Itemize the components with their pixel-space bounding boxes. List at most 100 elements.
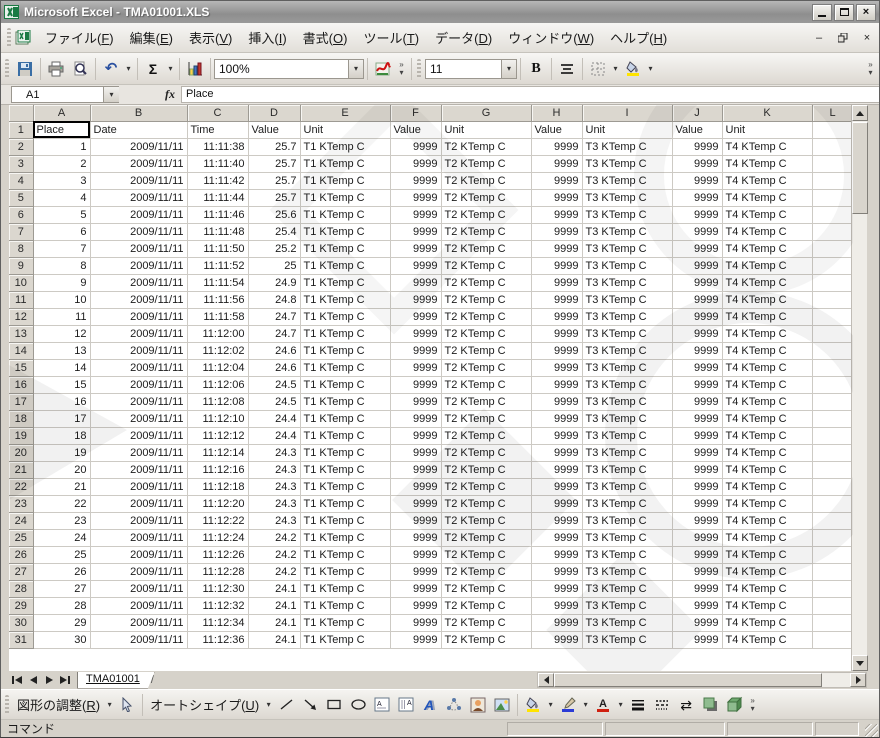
cell[interactable]: 8 <box>33 257 90 274</box>
cell[interactable] <box>812 580 851 597</box>
cell[interactable]: T1 KTemp C <box>300 393 390 410</box>
row-header-13[interactable]: 13 <box>9 325 33 342</box>
scroll-down-button[interactable] <box>852 655 868 671</box>
cell[interactable]: 9999 <box>531 512 582 529</box>
window-resize-grip[interactable] <box>865 724 878 737</box>
cell[interactable]: 24.2 <box>248 546 300 563</box>
cell[interactable]: T4 KTemp C <box>722 376 812 393</box>
cell[interactable]: T2 KTemp C <box>441 393 531 410</box>
cell[interactable]: 24.2 <box>248 529 300 546</box>
cell[interactable]: 27 <box>33 580 90 597</box>
menu-item[interactable]: 表示(V) <box>181 27 240 50</box>
cell[interactable]: T3 KTemp C <box>582 206 672 223</box>
row-header-1[interactable]: 1 <box>9 121 33 138</box>
cell[interactable]: 9999 <box>390 410 441 427</box>
cell[interactable]: T4 KTemp C <box>722 512 812 529</box>
cell[interactable]: T3 KTemp C <box>582 291 672 308</box>
cell[interactable]: Value <box>390 121 441 138</box>
row-header-17[interactable]: 17 <box>9 393 33 410</box>
cell[interactable]: T2 KTemp C <box>441 359 531 376</box>
cell[interactable]: 13 <box>33 342 90 359</box>
cell[interactable] <box>812 359 851 376</box>
cell[interactable]: 30 <box>33 631 90 648</box>
column-header-E[interactable]: E <box>300 105 390 121</box>
cell[interactable] <box>812 274 851 291</box>
cell[interactable]: 9999 <box>672 410 722 427</box>
cell[interactable]: 11:12:34 <box>187 614 248 631</box>
cell[interactable]: 4 <box>33 189 90 206</box>
cell[interactable]: 9999 <box>390 631 441 648</box>
cell[interactable]: 9999 <box>531 461 582 478</box>
cell[interactable]: T1 KTemp C <box>300 580 390 597</box>
row-header-8[interactable]: 8 <box>9 240 33 257</box>
horizontal-scrollbar[interactable] <box>537 672 867 688</box>
insert-function-icon[interactable]: fx <box>165 87 175 102</box>
row-header-12[interactable]: 12 <box>9 308 33 325</box>
cell[interactable] <box>812 478 851 495</box>
cell[interactable]: 9999 <box>390 376 441 393</box>
select-all-corner[interactable] <box>9 105 33 121</box>
cell[interactable]: T3 KTemp C <box>582 325 672 342</box>
cell[interactable]: 9999 <box>531 257 582 274</box>
cell[interactable]: T4 KTemp C <box>722 580 812 597</box>
cell[interactable]: 11:12:04 <box>187 359 248 376</box>
cell[interactable] <box>812 189 851 206</box>
cell[interactable]: Unit <box>582 121 672 138</box>
cell[interactable]: 26 <box>33 563 90 580</box>
cell[interactable]: T2 KTemp C <box>441 172 531 189</box>
cell[interactable]: 9999 <box>672 444 722 461</box>
row-header-30[interactable]: 30 <box>9 614 33 631</box>
cell[interactable]: 2009/11/11 <box>90 427 187 444</box>
row-header-15[interactable]: 15 <box>9 359 33 376</box>
cell[interactable]: Date <box>90 121 187 138</box>
threed-style-button[interactable] <box>723 693 745 717</box>
cell[interactable]: 24.6 <box>248 359 300 376</box>
cell[interactable]: T3 KTemp C <box>582 240 672 257</box>
cell[interactable]: T2 KTemp C <box>441 257 531 274</box>
cell[interactable]: 7 <box>33 240 90 257</box>
cell[interactable]: T3 KTemp C <box>582 359 672 376</box>
font-color-button[interactable]: A <box>592 693 614 717</box>
row-header-11[interactable]: 11 <box>9 291 33 308</box>
cell[interactable]: 9999 <box>672 189 722 206</box>
cell[interactable]: 9999 <box>390 563 441 580</box>
cell[interactable]: 11:12:24 <box>187 529 248 546</box>
cell[interactable]: 11:12:22 <box>187 512 248 529</box>
cell[interactable]: 9999 <box>390 155 441 172</box>
shadow-style-button[interactable] <box>699 693 721 717</box>
cell[interactable]: 11:12:28 <box>187 563 248 580</box>
cell[interactable]: 9999 <box>390 444 441 461</box>
cell[interactable]: 11:12:08 <box>187 393 248 410</box>
cell[interactable]: 24.7 <box>248 325 300 342</box>
cell[interactable]: 2009/11/11 <box>90 138 187 155</box>
cell[interactable]: 25.4 <box>248 223 300 240</box>
scroll-left-button[interactable] <box>538 673 554 687</box>
fill-color-button[interactable] <box>622 57 644 81</box>
cell[interactable]: T3 KTemp C <box>582 546 672 563</box>
scroll-right-button[interactable] <box>850 673 866 687</box>
cell[interactable]: T4 KTemp C <box>722 223 812 240</box>
cell[interactable]: 1 <box>33 138 90 155</box>
cell[interactable]: 9999 <box>672 240 722 257</box>
cell[interactable]: 9999 <box>672 631 722 648</box>
cell[interactable]: 2 <box>33 155 90 172</box>
cell[interactable]: 9999 <box>672 172 722 189</box>
formula-input[interactable]: Place <box>181 86 879 103</box>
cell[interactable]: 9999 <box>531 206 582 223</box>
insert-picture-button[interactable] <box>491 693 513 717</box>
cell[interactable]: T2 KTemp C <box>441 189 531 206</box>
cell[interactable]: T2 KTemp C <box>441 597 531 614</box>
cell[interactable]: 2009/11/11 <box>90 512 187 529</box>
cell[interactable]: 24.1 <box>248 580 300 597</box>
cell[interactable]: 9999 <box>672 512 722 529</box>
cell[interactable]: 25.2 <box>248 240 300 257</box>
clip-art-button[interactable] <box>467 693 489 717</box>
cell[interactable]: T4 KTemp C <box>722 393 812 410</box>
cell[interactable]: T1 KTemp C <box>300 291 390 308</box>
cell[interactable] <box>812 155 851 172</box>
undo-dropdown[interactable]: ▾ <box>123 57 134 81</box>
cell[interactable]: T3 KTemp C <box>582 257 672 274</box>
cell[interactable]: T2 KTemp C <box>441 240 531 257</box>
row-header-3[interactable]: 3 <box>9 155 33 172</box>
cell[interactable]: 18 <box>33 427 90 444</box>
